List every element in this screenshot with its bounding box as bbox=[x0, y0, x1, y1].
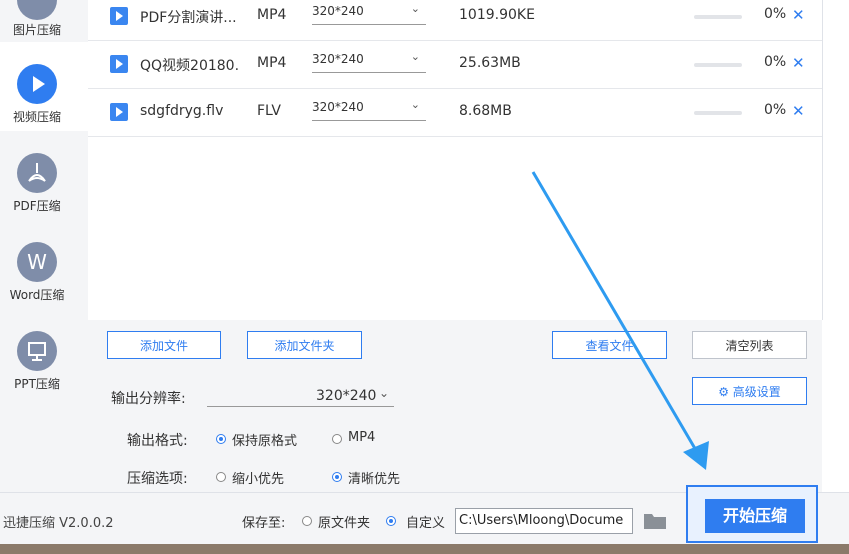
file-list: PDF分割演讲... MP4 320*240 ⌄ 1019.90KE 0% ✕ Q… bbox=[88, 0, 823, 320]
sidebar-item-label: 图片压缩 bbox=[12, 23, 61, 37]
remove-file-button[interactable]: ✕ bbox=[792, 6, 805, 24]
file-name: QQ视频20180... bbox=[140, 58, 240, 74]
pdf-icon bbox=[17, 153, 57, 193]
gear-icon: ⚙ bbox=[718, 385, 729, 399]
folder-glyph bbox=[644, 514, 666, 529]
output-resolution-select[interactable]: 320*240 ⌄ bbox=[207, 384, 394, 407]
save-original-label: 原文件夹 bbox=[318, 516, 371, 531]
file-name: sdgfdryg.flv bbox=[140, 103, 224, 119]
save-original-radio[interactable] bbox=[302, 516, 312, 526]
file-format: MP4 bbox=[257, 7, 287, 23]
sidebar-item-ppt[interactable]: PPT压缩 bbox=[0, 309, 88, 398]
play-icon bbox=[17, 64, 57, 104]
file-size: 8.68MB bbox=[459, 103, 512, 119]
desktop-background-strip bbox=[0, 544, 849, 554]
sidebar-item-label: Word压缩 bbox=[9, 288, 65, 302]
table-row[interactable]: PDF分割演讲... MP4 320*240 ⌄ 1019.90KE 0% ✕ bbox=[88, 0, 822, 41]
remove-file-button[interactable]: ✕ bbox=[792, 102, 805, 120]
sidebar-item-label: PPT压缩 bbox=[14, 377, 60, 391]
folder-icon[interactable] bbox=[643, 510, 667, 530]
file-name: PDF分割演讲... bbox=[140, 10, 237, 26]
progress-bar bbox=[694, 63, 742, 67]
add-folder-button[interactable]: 添加文件夹 bbox=[247, 331, 362, 359]
progress-percent: 0% bbox=[764, 6, 787, 22]
start-compress-button[interactable]: 开始压缩 bbox=[705, 499, 805, 533]
format-mp4-label: MP4 bbox=[348, 430, 376, 445]
sidebar-item-video[interactable]: 视频压缩 bbox=[0, 42, 88, 131]
resolution-select[interactable]: 320*240 ⌄ bbox=[312, 96, 426, 121]
clear-list-button[interactable]: 清空列表 bbox=[692, 331, 807, 359]
sidebar-item-image[interactable]: 图片压缩 bbox=[0, 0, 88, 37]
chevron-down-icon: ⌄ bbox=[379, 386, 390, 400]
ppt-icon bbox=[17, 331, 57, 371]
sidebar-item-label: PDF压缩 bbox=[13, 199, 61, 213]
file-format: FLV bbox=[257, 103, 281, 119]
file-size: 25.63MB bbox=[459, 55, 521, 71]
footer-bar: 迅捷压缩 V2.0.0.2 保存至: 原文件夹 自定义 C:\Users\Mlo… bbox=[0, 485, 849, 545]
chevron-down-icon: ⌄ bbox=[410, 98, 420, 111]
word-icon: W bbox=[17, 242, 57, 282]
sidebar-item-label: 视频压缩 bbox=[12, 110, 61, 124]
play-glyph bbox=[33, 76, 45, 92]
progress-percent: 0% bbox=[764, 54, 787, 70]
table-row[interactable]: sdgfdryg.flv FLV 320*240 ⌄ 8.68MB 0% ✕ bbox=[88, 88, 822, 137]
save-custom-label: 自定义 bbox=[406, 516, 446, 531]
format-mp4-radio[interactable] bbox=[332, 434, 342, 444]
progress-bar bbox=[694, 111, 742, 115]
file-size: 1019.90KE bbox=[459, 7, 535, 23]
compress-small-radio[interactable] bbox=[216, 472, 226, 482]
compress-clear-radio[interactable] bbox=[332, 472, 342, 482]
advanced-settings-label: 高级设置 bbox=[732, 385, 781, 399]
format-label: 输出格式: bbox=[127, 433, 188, 449]
progress-percent: 0% bbox=[764, 102, 787, 118]
resolution-value: 320*240 bbox=[312, 4, 364, 18]
sidebar-item-pdf[interactable]: PDF压缩 bbox=[0, 131, 88, 220]
resolution-selected: 320*240 bbox=[316, 388, 377, 404]
remove-file-button[interactable]: ✕ bbox=[792, 54, 805, 72]
chevron-down-icon: ⌄ bbox=[410, 2, 420, 15]
pdf-glyph bbox=[28, 163, 46, 182]
resolution-select[interactable]: 320*240 ⌄ bbox=[312, 0, 426, 25]
app-version: 迅捷压缩 V2.0.0.2 bbox=[3, 516, 114, 531]
compress-label: 压缩选项: bbox=[127, 471, 188, 487]
table-row[interactable]: QQ视频20180... MP4 320*240 ⌄ 25.63MB 0% ✕ bbox=[88, 40, 822, 89]
save-to-label: 保存至: bbox=[242, 516, 286, 531]
resolution-select[interactable]: 320*240 ⌄ bbox=[312, 48, 426, 73]
progress-bar bbox=[694, 15, 742, 19]
resolution-value: 320*240 bbox=[312, 100, 364, 114]
sidebar-item-word[interactable]: W Word压缩 bbox=[0, 220, 88, 309]
sidebar: 图片压缩 视频压缩 PDF压缩 W Word压缩 PPT压缩 bbox=[0, 0, 89, 492]
settings-panel: 添加文件 添加文件夹 查看文件 清空列表 输出分辨率: 320*240 ⌄ ⚙ … bbox=[88, 320, 822, 492]
compress-clear-label: 清晰优先 bbox=[348, 472, 401, 487]
chevron-down-icon: ⌄ bbox=[410, 50, 420, 63]
compress-small-label: 缩小优先 bbox=[232, 472, 285, 487]
format-keep-radio[interactable] bbox=[216, 434, 226, 444]
save-path-input[interactable]: C:\Users\Mloong\Docume bbox=[455, 508, 633, 534]
ppt-glyph bbox=[28, 342, 46, 361]
format-keep-label: 保持原格式 bbox=[232, 434, 298, 449]
start-highlight-frame: 开始压缩 bbox=[686, 485, 818, 543]
image-icon bbox=[17, 0, 57, 20]
save-custom-radio[interactable] bbox=[386, 516, 396, 526]
advanced-settings-button[interactable]: ⚙ 高级设置 bbox=[692, 377, 807, 405]
resolution-label: 输出分辨率: bbox=[111, 391, 186, 407]
resolution-value: 320*240 bbox=[312, 52, 364, 66]
file-format: MP4 bbox=[257, 55, 287, 71]
view-file-button[interactable]: 查看文件 bbox=[552, 331, 667, 359]
add-file-button[interactable]: 添加文件 bbox=[107, 331, 221, 359]
